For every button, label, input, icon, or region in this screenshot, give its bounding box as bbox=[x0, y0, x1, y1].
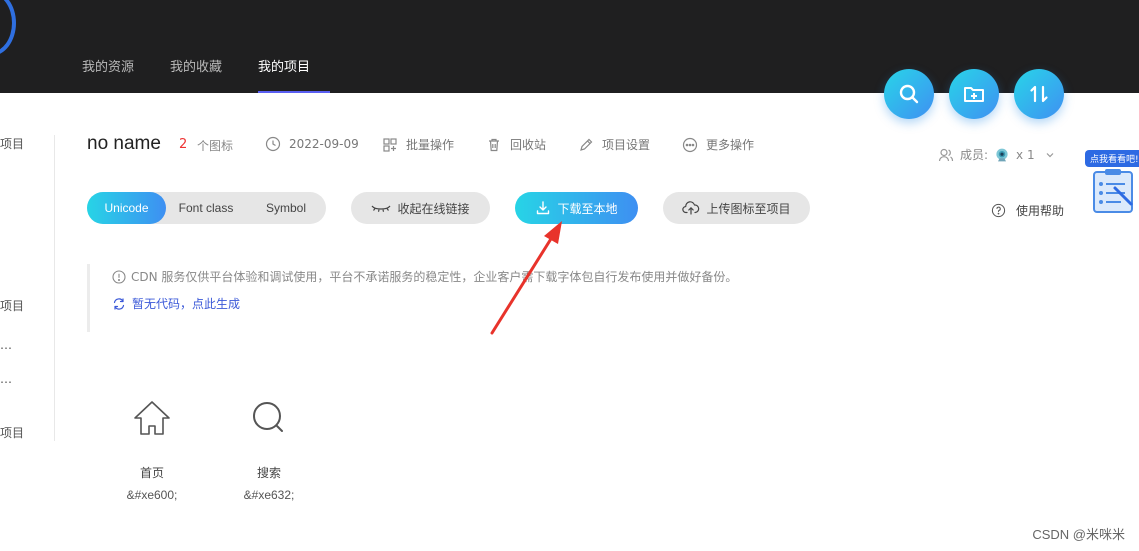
recycle-bin-label: 回收站 bbox=[510, 138, 547, 152]
icon-card[interactable]: 首页 &#xe600; bbox=[104, 398, 200, 502]
trash-icon bbox=[489, 138, 499, 151]
question-circle-icon bbox=[991, 203, 1006, 218]
collapse-online-link-button[interactable]: 收起在线链接 bbox=[351, 192, 490, 224]
upload-icons-label: 上传图标至项目 bbox=[706, 201, 791, 216]
clipboard-illustration bbox=[1093, 169, 1133, 213]
recycle-bin-button[interactable]: 回收站 bbox=[486, 136, 546, 153]
sort-button[interactable] bbox=[1014, 69, 1064, 119]
help-link[interactable]: 使用帮助 bbox=[991, 202, 1064, 219]
promo-tag: 点我看看吧! bbox=[1085, 150, 1139, 167]
project-date: 2022-09-09 bbox=[265, 136, 359, 152]
generate-code-link[interactable]: 暂无代码，点此生成 bbox=[112, 295, 240, 312]
project-settings-button[interactable]: 项目设置 bbox=[578, 136, 650, 153]
sidebar-item[interactable]: … bbox=[0, 338, 12, 352]
home-icon bbox=[134, 401, 170, 435]
mode-symbol[interactable]: Symbol bbox=[246, 192, 326, 224]
sidebar-item[interactable]: 项目 bbox=[0, 424, 24, 441]
pencil-icon bbox=[580, 138, 593, 151]
code-mode-switch: Unicode Font class Symbol bbox=[87, 192, 326, 224]
annotation-arrow bbox=[490, 221, 562, 335]
members-label: 成员: bbox=[960, 148, 989, 162]
cloud-upload-icon bbox=[682, 201, 700, 215]
members-icon bbox=[938, 148, 954, 161]
project-date-text: 2022-09-09 bbox=[289, 137, 359, 151]
icon-card-code[interactable]: &#xe600; bbox=[104, 488, 200, 502]
sidebar-item[interactable]: … bbox=[0, 372, 12, 386]
tab-my-resources[interactable]: 我的资源 bbox=[82, 59, 134, 93]
sidebar-divider bbox=[54, 135, 55, 441]
icon-card-code[interactable]: &#xe632; bbox=[221, 488, 317, 502]
icon-count-unit: 个图标 bbox=[197, 139, 234, 153]
clock-icon bbox=[265, 136, 281, 152]
batch-grid-icon bbox=[383, 137, 397, 152]
sidebar-item[interactable]: 项目 bbox=[0, 135, 24, 152]
tab-my-projects[interactable]: 我的项目 bbox=[258, 59, 331, 93]
logo[interactable] bbox=[0, 0, 16, 56]
sort-arrows-icon bbox=[1030, 85, 1048, 103]
eye-closed-icon bbox=[372, 205, 391, 212]
mode-font-class[interactable]: Font class bbox=[166, 192, 246, 224]
mode-unicode[interactable]: Unicode bbox=[87, 192, 166, 224]
cdn-notice: CDN 服务仅供平台体验和调试使用，平台不承诺服务的稳定性，企业客户需下载字体包… bbox=[87, 264, 757, 332]
project-name: no name bbox=[87, 133, 161, 154]
upload-icons-button[interactable]: 上传图标至项目 bbox=[663, 192, 810, 224]
refresh-icon bbox=[113, 297, 125, 310]
cdn-notice-text-row: CDN 服务仅供平台体验和调试使用，平台不承诺服务的稳定性，企业客户需下载字体包… bbox=[112, 268, 737, 285]
more-actions-label: 更多操作 bbox=[706, 138, 755, 152]
main-tabs: 我的资源 我的收藏 我的项目 bbox=[82, 59, 331, 93]
generate-code-label: 暂无代码，点此生成 bbox=[132, 297, 241, 311]
batch-operation-label: 批量操作 bbox=[406, 138, 455, 152]
tab-my-favorites[interactable]: 我的收藏 bbox=[170, 59, 222, 93]
project-settings-label: 项目设置 bbox=[602, 138, 651, 152]
new-folder-button[interactable] bbox=[949, 69, 999, 119]
more-actions-button[interactable]: 更多操作 bbox=[682, 136, 754, 153]
cdn-notice-text: CDN 服务仅供平台体验和调试使用，平台不承诺服务的稳定性，企业客户需下载字体包… bbox=[131, 270, 738, 284]
search-button[interactable] bbox=[884, 69, 934, 119]
members-count: x 1 bbox=[1016, 147, 1035, 162]
sidebar-item[interactable]: 项目 bbox=[0, 297, 24, 314]
members-dropdown[interactable]: 成员: x 1 bbox=[938, 146, 1061, 163]
csdn-watermark: CSDN @米咪米 bbox=[1032, 527, 1125, 542]
folder-plus-icon bbox=[964, 87, 984, 102]
icon-card-name: 首页 bbox=[139, 466, 164, 480]
more-dots-icon bbox=[682, 137, 698, 152]
search-icon bbox=[253, 402, 283, 432]
chevron-down-icon bbox=[1046, 152, 1054, 157]
icon-count: 2 bbox=[179, 137, 188, 152]
collapse-online-link-label: 收起在线链接 bbox=[397, 201, 470, 216]
avatar bbox=[996, 148, 1008, 161]
help-label: 使用帮助 bbox=[1016, 204, 1065, 218]
search-icon bbox=[899, 84, 919, 104]
info-circle-icon bbox=[112, 269, 126, 284]
icon-card[interactable]: 搜索 &#xe632; bbox=[221, 398, 317, 502]
icon-card-name: 搜索 bbox=[256, 466, 281, 480]
promo-widget[interactable]: 点我看看吧! bbox=[1085, 150, 1139, 216]
batch-operation-button[interactable]: 批量操作 bbox=[382, 136, 454, 153]
